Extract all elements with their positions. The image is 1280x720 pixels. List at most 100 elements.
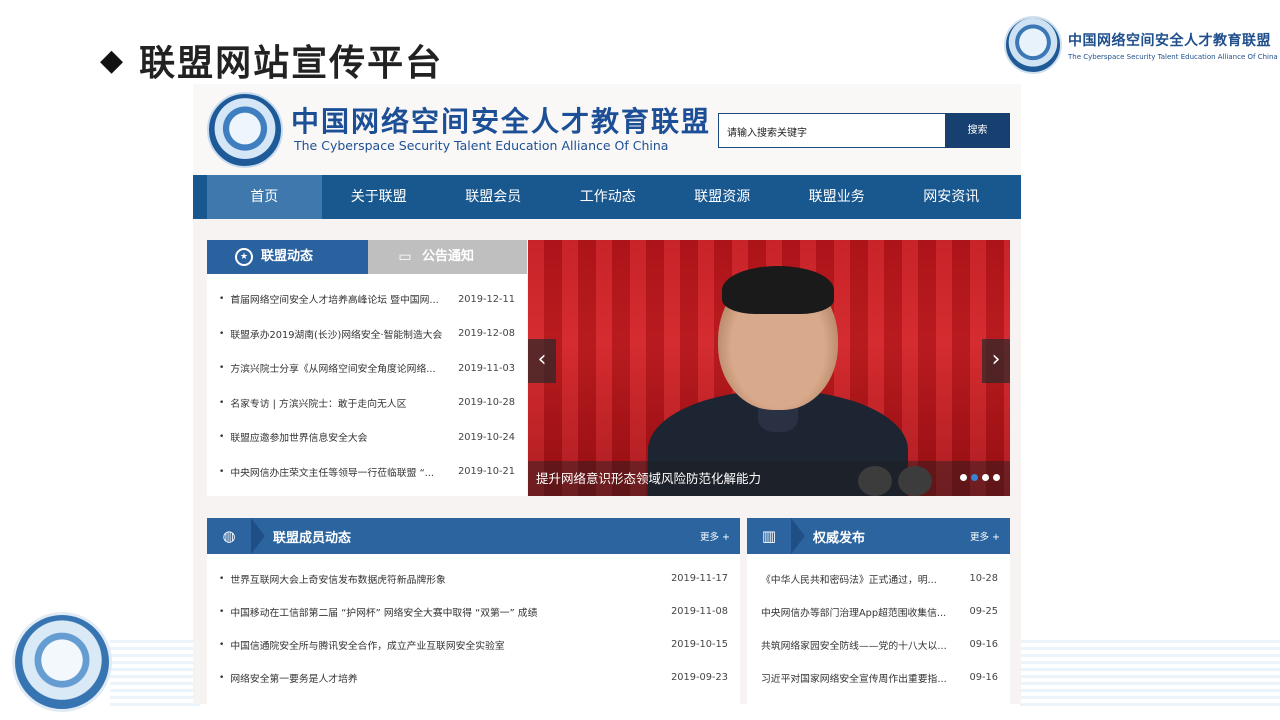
slide-title: ◆ 联盟网站宣传平台	[100, 34, 443, 86]
news-date: 2019-12-11	[458, 293, 515, 305]
more-link[interactable]: 更多 +	[700, 529, 730, 543]
tab-announcements[interactable]: ▭ 公告通知	[368, 240, 527, 274]
nav-item-security-info[interactable]: 网安资讯	[894, 175, 1009, 219]
diamond-bullet-icon: ◆	[100, 42, 126, 78]
search-button[interactable]: 搜索	[945, 113, 1010, 148]
decorative-stripes-left	[110, 640, 200, 710]
list-item[interactable]: • 联盟承办2019湖南(长沙)网络安全·智能制造大会 2019-12-08	[219, 317, 515, 352]
news-date: 2019-10-15	[671, 639, 728, 650]
news-tabs: ★ 联盟动态 ▭ 公告通知	[207, 240, 527, 274]
bullet-icon: •	[219, 363, 225, 374]
news-date: 2019-10-21	[458, 466, 515, 478]
bullet-icon: •	[219, 328, 225, 339]
search-input[interactable]: 请输入搜索关键字	[718, 113, 946, 148]
news-date: 2019-11-08	[671, 606, 728, 617]
news-title[interactable]: 中国移动在工信部第二届 “护网杯” 网络安全大赛中取得 “双第一” 成绩	[230, 605, 660, 619]
list-item[interactable]: 中央网信办等部门治理App超范围收集信... 09-25	[761, 595, 998, 628]
brand-logo: 中国网络空间安全人才教育联盟 The Cyberspace Security T…	[1004, 16, 1278, 74]
news-title[interactable]: 中央网信办等部门治理App超范围收集信...	[761, 605, 962, 619]
bullet-icon: •	[219, 672, 225, 683]
main-nav: 首页 关于联盟 联盟会员 工作动态 联盟资源 联盟业务 网安资讯	[193, 175, 1021, 219]
news-title[interactable]: 首届网络空间安全人才培养高峰论坛 暨中国网...	[230, 292, 449, 306]
news-date: 2019-09-23	[671, 672, 728, 683]
bullet-icon: •	[219, 606, 225, 617]
news-date: 2019-11-03	[458, 362, 515, 374]
list-item[interactable]: • 联盟应邀参加世界信息安全大会 2019-10-24	[219, 420, 515, 455]
carousel-dot[interactable]	[982, 474, 989, 481]
slide-title-text: 联盟网站宣传平台	[139, 43, 444, 84]
carousel-dot-active[interactable]	[971, 474, 978, 481]
list-item[interactable]: 《中华人民共和密码法》正式通过，明... 10-28	[761, 562, 998, 595]
list-item[interactable]: • 名家专访 | 方滨兴院士：敢于走向无人区 2019-10-28	[219, 386, 515, 421]
notice-icon: ▭	[398, 249, 412, 265]
decorative-emblem-icon	[12, 612, 112, 712]
site-logo-en[interactable]: The Cyberspace Security Talent Education…	[294, 138, 668, 153]
news-tabs-panel: ★ 联盟动态 ▭ 公告通知 • 首届网络空间安全人才培养高峰论坛 暨中国网...…	[207, 240, 527, 496]
list-item[interactable]: • 中国信通院安全所与腾讯安全合作，成立产业互联网安全实验室 2019-10-1…	[219, 628, 728, 661]
image-carousel[interactable]: ‹ › 提升网络意识形态领域风险防范化解能力	[528, 240, 1010, 496]
nav-item-about[interactable]: 关于联盟	[322, 175, 437, 219]
authority-release-panel: ▥ 权威发布 更多 + 《中华人民共和密码法》正式通过，明... 10-28 中…	[747, 518, 1010, 704]
alliance-emblem-icon	[1004, 16, 1062, 74]
news-title[interactable]: 中央网信办庄荣文主任等领导一行莅临联盟 “...	[230, 465, 449, 479]
bullet-icon: •	[219, 397, 225, 408]
carousel-caption[interactable]: 提升网络意识形态领域风险防范化解能力	[528, 461, 1010, 496]
list-item[interactable]: • 方滨兴院士分享《从网络空间安全角度论网络... 2019-11-03	[219, 351, 515, 386]
news-date: 09-16	[969, 639, 998, 650]
carousel-dot[interactable]	[993, 474, 1000, 481]
panel-title: 联盟成员动态	[273, 530, 352, 546]
nav-item-work-news[interactable]: 工作动态	[551, 175, 666, 219]
news-title[interactable]: 网络安全第一要务是人才培养	[230, 671, 660, 685]
more-link[interactable]: 更多 +	[970, 529, 1000, 543]
news-title[interactable]: 联盟承办2019湖南(长沙)网络安全·智能制造大会	[230, 327, 449, 341]
carousel-prev-button[interactable]: ‹	[528, 339, 556, 383]
nav-item-members[interactable]: 联盟会员	[436, 175, 551, 219]
news-title[interactable]: 联盟应邀参加世界信息安全大会	[230, 430, 449, 444]
news-date: 2019-10-24	[458, 431, 515, 443]
website-screenshot: 中国网络空间安全人才教育联盟 The Cyberspace Security T…	[193, 84, 1021, 704]
news-date: 10-28	[969, 573, 998, 584]
news-title[interactable]: 方滨兴院士分享《从网络空间安全角度论网络...	[230, 361, 449, 375]
site-emblem-icon[interactable]	[207, 92, 283, 168]
site-logo-cn[interactable]: 中国网络空间安全人才教育联盟	[291, 100, 711, 140]
brand-name-cn: 中国网络空间安全人才教育联盟	[1068, 32, 1271, 49]
news-title[interactable]: 中国信通院安全所与腾讯安全合作，成立产业互联网安全实验室	[230, 638, 660, 652]
news-title[interactable]: 名家专访 | 方滨兴院士：敢于走向无人区	[230, 396, 449, 410]
bullet-icon: •	[219, 466, 225, 477]
news-date: 2019-12-08	[458, 328, 515, 340]
member-news-list: • 世界互联网大会上奇安信发布数据虎符新品牌形象 2019-11-17 • 中国…	[207, 554, 740, 694]
header-notch	[791, 518, 805, 554]
nav-item-home[interactable]: 首页	[207, 175, 322, 219]
list-item[interactable]: • 世界互联网大会上奇安信发布数据虎符新品牌形象 2019-11-17	[219, 562, 728, 595]
news-title[interactable]: 《中华人民共和密码法》正式通过，明...	[761, 572, 962, 586]
news-date: 09-16	[969, 672, 998, 683]
news-title[interactable]: 共筑网络家园安全防线——党的十八大以...	[761, 638, 962, 652]
star-icon: ★	[235, 248, 253, 266]
news-date: 2019-10-28	[458, 397, 515, 409]
news-title[interactable]: 世界互联网大会上奇安信发布数据虎符新品牌形象	[230, 572, 660, 586]
tab-alliance-news[interactable]: ★ 联盟动态	[207, 240, 368, 274]
list-item[interactable]: 共筑网络家园安全防线——党的十八大以... 09-16	[761, 628, 998, 661]
site-header: 中国网络空间安全人才教育联盟 The Cyberspace Security T…	[193, 84, 1021, 175]
bullet-icon: •	[219, 432, 225, 443]
list-item[interactable]: • 网络安全第一要务是人才培养 2019-09-23	[219, 661, 728, 694]
list-item[interactable]: • 中央网信办庄荣文主任等领导一行莅临联盟 “... 2019-10-21	[219, 455, 515, 490]
nav-item-resources[interactable]: 联盟资源	[665, 175, 780, 219]
nav-item-business[interactable]: 联盟业务	[780, 175, 895, 219]
news-list: • 首届网络空间安全人才培养高峰论坛 暨中国网... 2019-12-11 • …	[207, 274, 527, 489]
panel-header: ▥ 权威发布 更多 +	[747, 518, 1010, 554]
bullet-icon: •	[219, 294, 225, 305]
carousel-dot[interactable]	[960, 474, 967, 481]
news-title[interactable]: 习近平对国家网络安全宣传周作出重要指...	[761, 671, 962, 685]
bullet-icon: •	[219, 573, 225, 584]
list-item[interactable]: 习近平对国家网络安全宣传周作出重要指... 09-16	[761, 661, 998, 694]
bullet-icon: •	[219, 639, 225, 650]
news-date: 2019-11-17	[671, 573, 728, 584]
carousel-dots	[960, 474, 1000, 481]
list-item[interactable]: • 中国移动在工信部第二届 “护网杯” 网络安全大赛中取得 “双第一” 成绩 2…	[219, 595, 728, 628]
authority-list: 《中华人民共和密码法》正式通过，明... 10-28 中央网信办等部门治理App…	[747, 554, 1010, 694]
header-notch	[251, 518, 265, 554]
list-item[interactable]: • 首届网络空间安全人才培养高峰论坛 暨中国网... 2019-12-11	[219, 282, 515, 317]
panel-header: ◍ 联盟成员动态 更多 +	[207, 518, 740, 554]
carousel-next-button[interactable]: ›	[982, 339, 1010, 383]
